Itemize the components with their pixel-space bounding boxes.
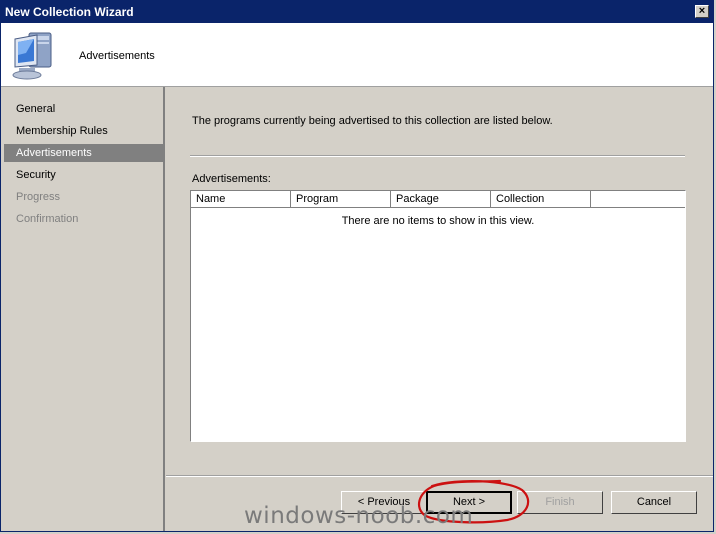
divider [190,155,685,157]
column-headers: Name Program Package Collection [191,191,685,208]
nav-item-general[interactable]: General [4,100,163,118]
nav-item-security[interactable]: Security [4,166,163,184]
header-title: Advertisements [79,50,155,62]
title-bar[interactable]: New Collection Wizard × [1,1,713,23]
watermark: windows-noob.com [244,503,474,529]
advertisements-list[interactable]: Name Program Package Collection There ar… [190,190,686,442]
nav-item-confirmation: Confirmation [16,213,79,225]
cancel-button[interactable]: Cancel [611,491,697,514]
nav-item-progress: Progress [16,191,61,203]
close-button[interactable]: × [695,5,709,18]
column-header-collection[interactable]: Collection [491,191,591,208]
wizard-window: New Collection Wizard × Advertisements G… [0,0,714,532]
nav-item-membership-rules[interactable]: Membership Rules [4,122,163,140]
finish-button: Finish [517,491,603,514]
close-icon: × [698,5,706,17]
empty-list-message: There are no items to show in this view. [341,215,535,227]
footer-divider [166,475,713,477]
column-header-filler [591,191,685,208]
page-description: The programs currently being advertised … [192,115,553,127]
computer-icon [12,32,52,80]
nav-divider [163,87,165,531]
main-panel: The programs currently being advertised … [166,87,713,475]
column-header-name[interactable]: Name [191,191,291,208]
wizard-header: Advertisements [1,23,713,87]
column-header-package[interactable]: Package [391,191,491,208]
wizard-nav: General Membership Rules Advertisements … [1,87,164,531]
column-header-program[interactable]: Program [291,191,391,208]
list-label: Advertisements: [192,173,271,185]
nav-item-advertisements[interactable]: Advertisements [4,144,163,162]
window-title: New Collection Wizard [5,5,134,19]
